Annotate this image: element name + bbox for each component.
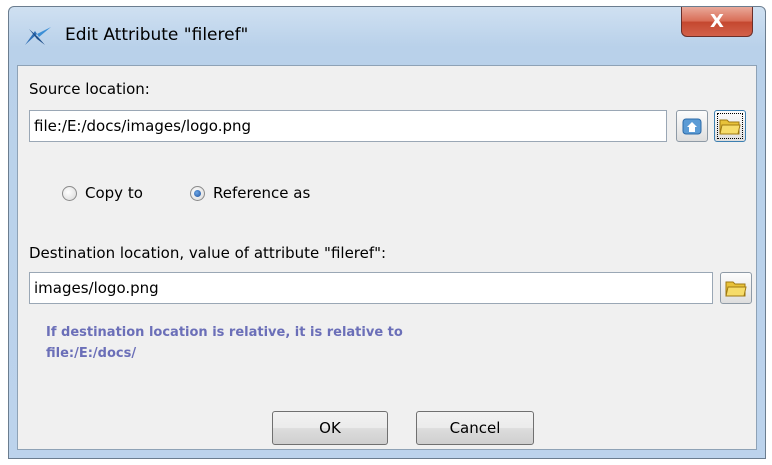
source-location-input[interactable]: file:/E:/docs/images/logo.png — [29, 110, 667, 142]
window-title: Edit Attribute "fileref" — [65, 25, 249, 45]
open-folder-icon — [719, 119, 741, 135]
source-location-label: Source location: — [29, 80, 150, 98]
ok-button[interactable]: OK — [272, 411, 388, 445]
copy-to-label: Copy to — [85, 184, 143, 202]
copy-to-radio-button[interactable] — [62, 185, 77, 201]
reference-as-radio[interactable]: Reference as — [190, 184, 310, 202]
reference-as-radio-button[interactable] — [190, 185, 205, 201]
xmlmind-icon — [25, 27, 51, 45]
cancel-button[interactable]: Cancel — [416, 411, 534, 445]
copy-to-radio[interactable]: Copy to — [62, 184, 143, 202]
reference-as-label: Reference as — [213, 184, 311, 202]
destination-location-label: Destination location, value of attribute… — [29, 244, 387, 262]
dialog-window: Edit Attribute "fileref" X Source locati… — [8, 6, 766, 459]
open-folder-icon — [725, 281, 747, 297]
dialog-body: Source location: file:/E:/docs/images/lo… — [17, 65, 757, 450]
close-button[interactable]: X — [681, 7, 753, 37]
title-bar[interactable]: Edit Attribute "fileref" X — [9, 7, 765, 53]
home-folder-icon — [682, 118, 702, 135]
close-icon: X — [710, 11, 724, 32]
relative-path-hint-line1: If destination location is relative, it … — [46, 325, 403, 340]
destination-location-input[interactable]: images/logo.png — [29, 272, 713, 304]
browse-destination-button[interactable] — [720, 272, 752, 304]
home-button[interactable] — [676, 110, 708, 142]
browse-source-button[interactable] — [714, 110, 746, 142]
relative-path-hint-line2: file:/E:/docs/ — [46, 346, 137, 361]
